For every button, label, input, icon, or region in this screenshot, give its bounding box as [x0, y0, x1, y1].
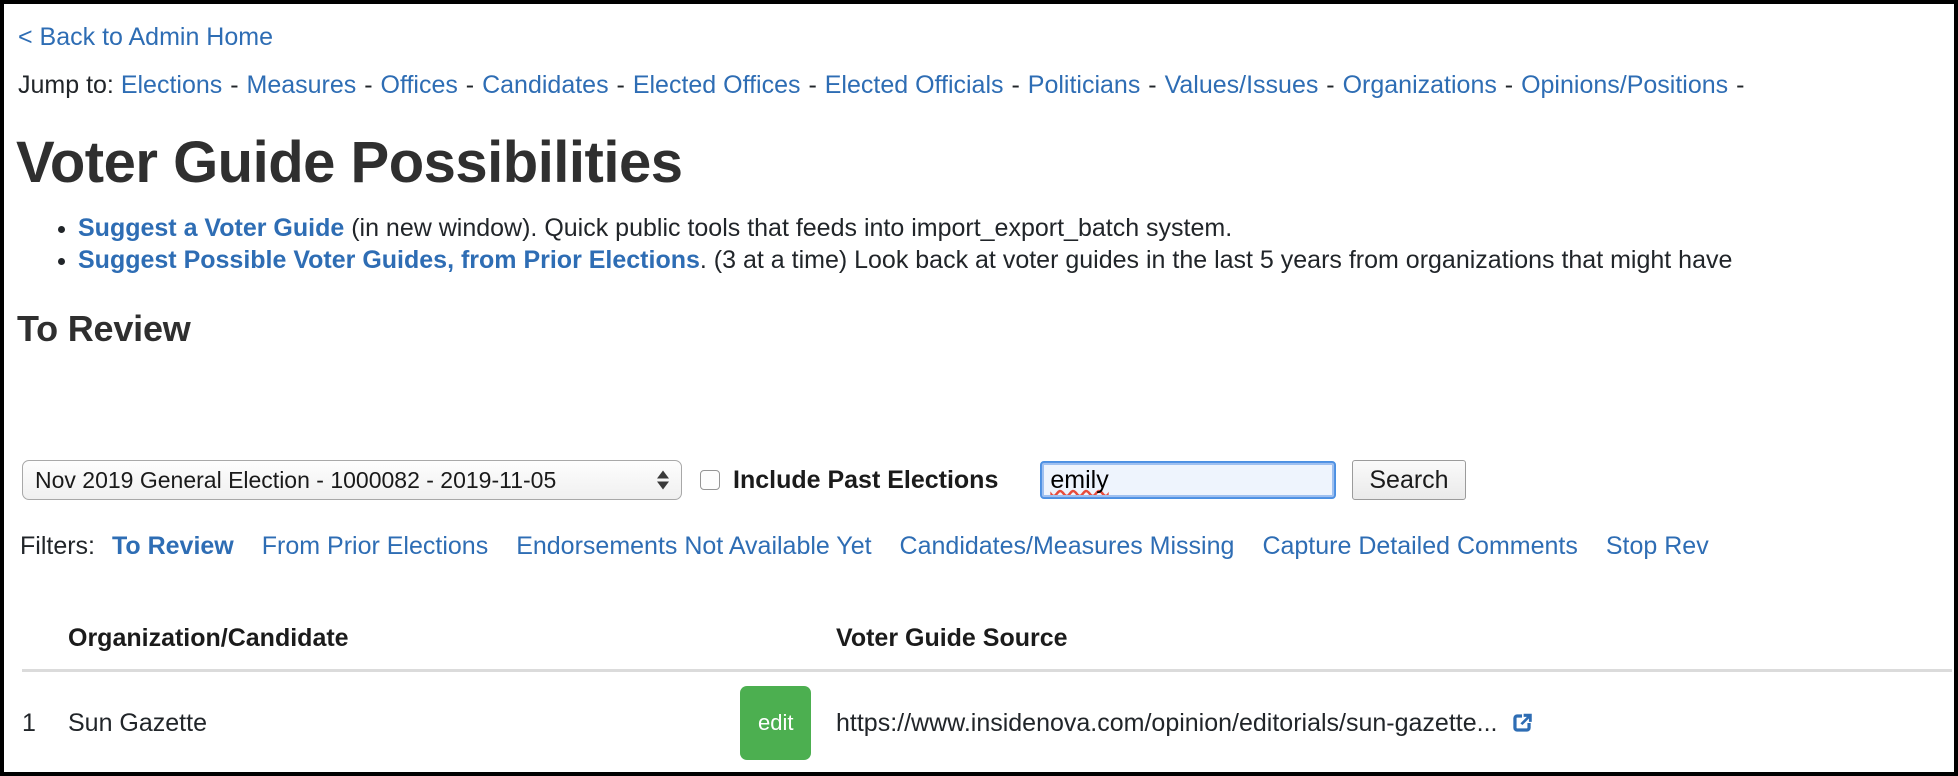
row-index: 1 [22, 670, 68, 772]
bullet-link-1[interactable]: Suggest a Voter Guide [78, 214, 344, 242]
filters-row: Filters: To Review From Prior Elections En… [20, 530, 1737, 562]
filter-link-from-prior-elections[interactable]: From Prior Elections [262, 532, 488, 560]
back-to-admin-home-link[interactable]: < Back to Admin Home [18, 22, 273, 52]
filter-link-candidates-measures-missing[interactable]: Candidates/Measures Missing [900, 532, 1235, 560]
jump-to-link-measures[interactable]: Measures [247, 71, 357, 99]
filter-link-to-review[interactable]: To Review [112, 532, 234, 560]
jump-to-link-elected-offices[interactable]: Elected Offices [633, 71, 801, 99]
intro-bullet-item: Suggest a Voter Guide (in new window). Q… [78, 212, 1732, 244]
jump-to-separator: - [458, 71, 475, 99]
include-past-elections-label[interactable]: Include Past Elections [733, 466, 998, 495]
jump-to-link-politicians[interactable]: Politicians [1028, 71, 1141, 99]
jump-to-separator: - [609, 71, 625, 99]
jump-to-link-candidates[interactable]: Candidates [482, 71, 608, 99]
filter-link-endorsements-not-available-yet[interactable]: Endorsements Not Available Yet [516, 532, 871, 560]
jump-to-link-offices[interactable]: Offices [381, 71, 458, 99]
intro-bullet-item: Suggest Possible Voter Guides, from Prio… [78, 244, 1732, 276]
section-title-to-review: To Review [17, 308, 191, 349]
jump-to-nav: Jump to: Elections - Measures - Offices … [18, 70, 1745, 100]
row-voter-guide-source-cell: https://www.insidenova.com/opinion/edito… [836, 670, 1952, 772]
jump-to-label: Jump to: [18, 71, 114, 99]
table-header-row: Organization/Candidate Voter Guide Sourc… [22, 616, 1952, 672]
election-select-wrapper: Nov 2019 General Election - 1000082 - 20… [22, 460, 682, 500]
election-select[interactable]: Nov 2019 General Election - 1000082 - 20… [22, 460, 682, 500]
jump-to-separator: - [223, 71, 239, 99]
jump-to-separator: - [1319, 71, 1335, 99]
row-organization-name: Sun Gazette [68, 670, 740, 772]
jump-to-link-values-issues[interactable]: Values/Issues [1165, 71, 1319, 99]
filters-links: To Review From Prior Elections Endorsement… [112, 532, 1737, 560]
jump-to-link-opinions-positions[interactable]: Opinions/Positions [1521, 71, 1728, 99]
column-header-voter-guide-source: Voter Guide Source [836, 616, 1952, 672]
edit-button[interactable]: edit [740, 686, 812, 760]
bullet-text-1: (in new window). Quick public tools that… [344, 214, 1233, 242]
external-link-icon[interactable] [1509, 710, 1535, 736]
admin-page: < Back to Admin Home Jump to: Elections … [4, 4, 1954, 772]
table-body: 1 Sun Gazette edit https://www.insidenova.c… [22, 670, 1952, 772]
bullet-link-2[interactable]: Suggest Possible Voter Guides, from Prio… [78, 246, 700, 274]
jump-to-separator: - [1004, 71, 1020, 99]
filter-link-stop-rev[interactable]: Stop Rev [1606, 532, 1709, 560]
page-title: Voter Guide Possibilities [16, 130, 683, 195]
jump-to-separator: - [1729, 71, 1745, 99]
jump-to-link-organizations[interactable]: Organizations [1343, 71, 1497, 99]
jump-to-separator: - [357, 71, 373, 99]
browser-viewport: < Back to Admin Home Jump to: Elections … [0, 0, 1958, 776]
include-past-elections-checkbox[interactable] [700, 470, 720, 490]
column-header-index [22, 616, 68, 672]
row-edit-cell: edit [740, 670, 836, 772]
voter-guide-results-table: Organization/Candidate Voter Guide Sourc… [22, 616, 1952, 772]
filters-label: Filters: [20, 532, 95, 560]
table-row: 1 Sun Gazette edit https://www.insidenova.c… [22, 670, 1952, 772]
column-header-edit [740, 616, 836, 672]
filter-link-capture-detailed-comments[interactable]: Capture Detailed Comments [1262, 532, 1577, 560]
table-head: Organization/Candidate Voter Guide Sourc… [22, 616, 1952, 672]
jump-to-links: Elections - Measures - Offices - Candida… [121, 71, 1746, 99]
bullet-text-2: . (3 at a time) Look back at voter guide… [699, 246, 1733, 274]
column-header-organization: Organization/Candidate [68, 616, 740, 672]
back-to-admin-home-anchor[interactable]: < Back to Admin Home [18, 23, 273, 51]
filter-controls-row: Nov 2019 General Election - 1000082 - 20… [22, 459, 1466, 501]
jump-to-link-elections[interactable]: Elections [121, 71, 222, 99]
jump-to-separator: - [1497, 71, 1514, 99]
search-input[interactable] [1040, 461, 1337, 499]
jump-to-link-elected-officials[interactable]: Elected Officials [825, 71, 1004, 99]
row-source-url: https://www.insidenova.com/opinion/edito… [836, 708, 1498, 737]
intro-bullet-list: Suggest a Voter Guide (in new window). Q… [26, 212, 1732, 276]
jump-to-separator: - [801, 71, 817, 99]
jump-to-separator: - [1141, 71, 1157, 99]
search-button[interactable]: Search [1352, 460, 1466, 500]
